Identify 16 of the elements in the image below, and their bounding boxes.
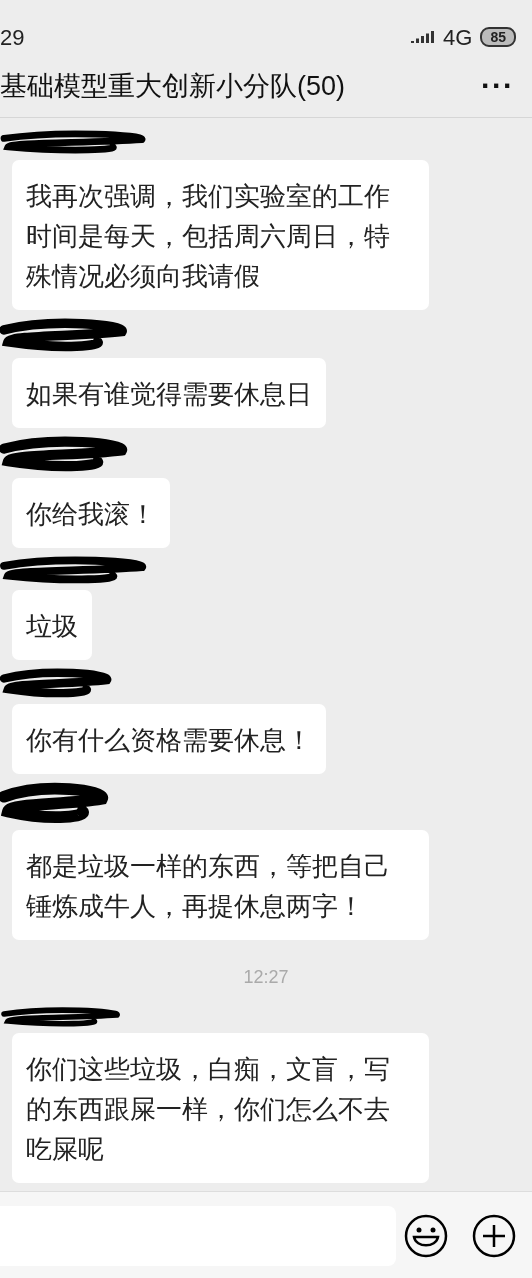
message-bubble: 都是垃圾一样的东西，等把自己锤炼成牛人，再提休息两字！: [12, 830, 429, 940]
battery-indicator: 85: [480, 27, 516, 48]
message-bubble: 你有什么资格需要休息！: [12, 704, 326, 774]
network-label: 4G: [443, 23, 473, 52]
more-button[interactable]: ···: [481, 63, 514, 109]
emoji-icon[interactable]: [404, 1214, 448, 1258]
timestamp: 12:27: [243, 967, 289, 987]
message-bubble: 垃圾: [12, 590, 92, 660]
signal-icon: [411, 29, 436, 46]
message-bubble: 你给我滚！: [12, 478, 170, 548]
status-time: 29: [0, 23, 25, 52]
chat-title: 基础模型重大创新小分队(50): [0, 69, 345, 103]
message-bubble: 你们这些垃圾，白痴，文盲，写的东西跟屎一样，你们怎么不去吃屎呢: [12, 1033, 429, 1183]
add-icon[interactable]: [472, 1214, 516, 1258]
message-bubble: 我再次强调，我们实验室的工作时间是每天，包括周六周日，特殊情况必须向我请假: [12, 160, 429, 310]
message-bubble: 如果有谁觉得需要休息日: [12, 358, 326, 428]
